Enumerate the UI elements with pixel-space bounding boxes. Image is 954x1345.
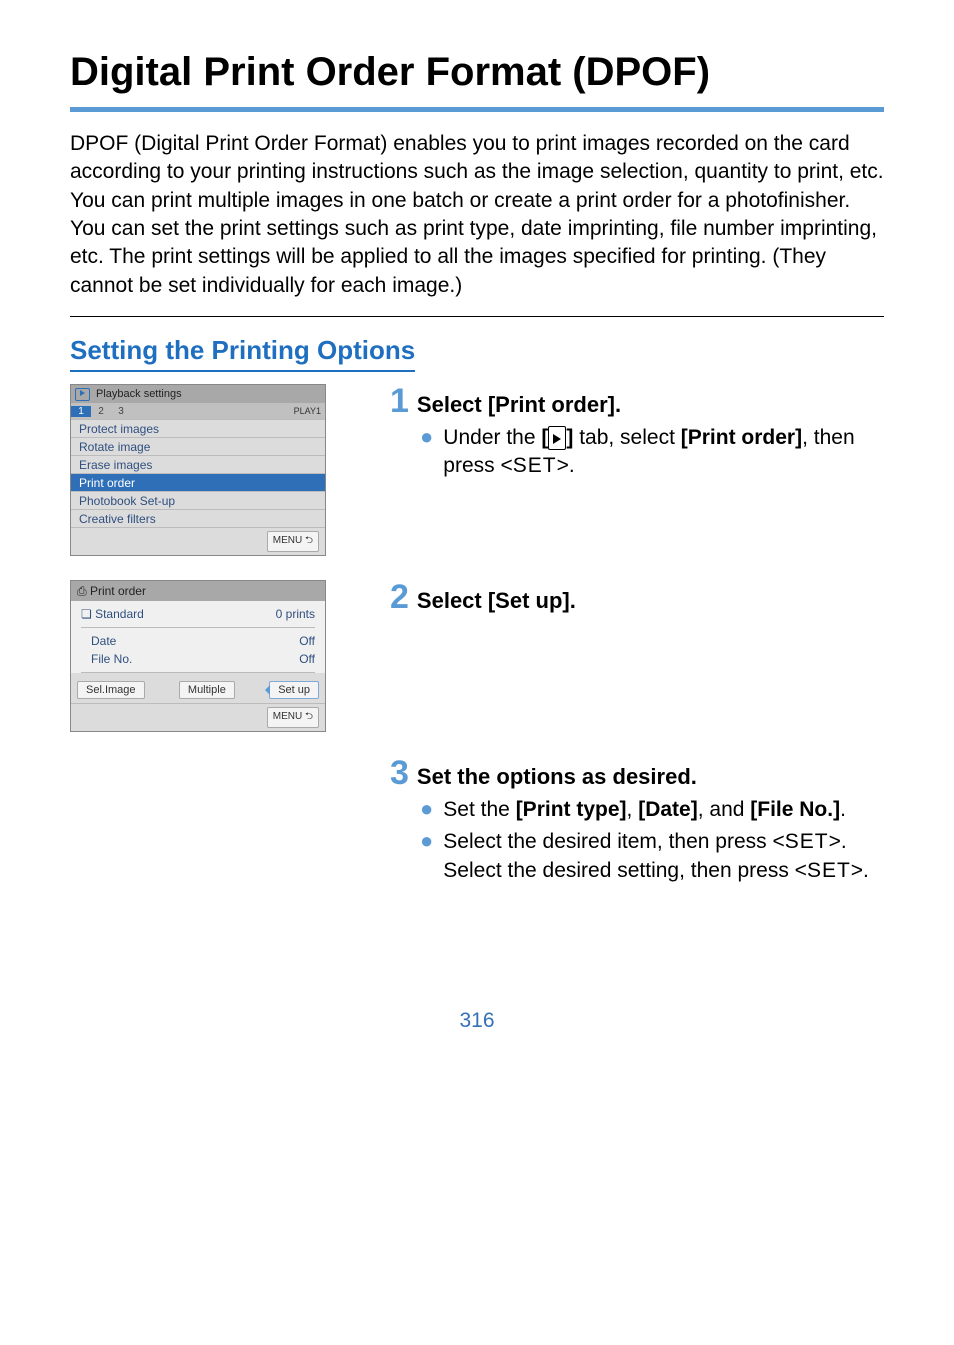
divider	[81, 627, 315, 628]
bullet-icon: ●	[420, 828, 433, 885]
text: .	[840, 798, 846, 821]
camera-tab-1: 1	[71, 406, 91, 417]
step-number-2: 2	[390, 580, 409, 614]
divider	[81, 672, 315, 673]
camera-item-print-order: Print order	[71, 473, 325, 491]
set-button-text: SET	[513, 454, 557, 477]
text: ,	[627, 798, 639, 821]
camera-print-order-screen: ⎙ Print order ❏ Standard 0 prints Date O…	[70, 580, 326, 732]
camera-menu-back-btn: MENU ⮌	[267, 707, 319, 728]
step-3-title: Set the options as desired.	[417, 764, 697, 790]
text-bold: [Print order]	[681, 426, 802, 449]
intro-block: DPOF (Digital Print Order Format) enable…	[70, 130, 884, 300]
step-3: 3 Set the options as desired. ● Set the …	[390, 756, 884, 889]
text-bold: [Print type]	[516, 798, 627, 821]
camera-tab-3: 3	[111, 406, 131, 417]
set-button-text: SET	[785, 830, 829, 853]
camera-item-creative: Creative filters	[71, 509, 325, 527]
intro-paragraph-2: You can set the print settings such as p…	[70, 215, 884, 300]
camera-menu-footer: MENU ⮌	[71, 527, 325, 555]
play-icon	[75, 388, 90, 401]
text: >.	[557, 454, 575, 477]
step-1-title: Select [Print order].	[417, 392, 621, 418]
print-order-title: ⎙ Print order	[71, 581, 325, 601]
camera-tab-2: 2	[91, 406, 111, 417]
setup-btn: Set up	[269, 681, 319, 699]
print-type-label: ❏ Standard	[81, 607, 144, 621]
camera-menu-back-btn: MENU ⮌	[267, 531, 319, 552]
step-2: 2 Select [Set up].	[390, 580, 884, 732]
bullet-icon: ●	[420, 424, 433, 481]
date-value: Off	[299, 634, 315, 648]
text-bold: [	[541, 426, 548, 449]
camera-item-rotate: Rotate image	[71, 437, 325, 455]
step-2-title: Select [Set up].	[417, 588, 576, 614]
fileno-row: File No. Off	[81, 650, 315, 668]
page-title: Digital Print Order Format (DPOF)	[70, 50, 884, 112]
page-number: 316	[70, 1009, 884, 1033]
camera-menu-header-text: Playback settings	[96, 388, 182, 400]
step-3-bullet-1: Set the [Print type], [Date], and [File …	[443, 796, 846, 824]
print-order-title-text: Print order	[90, 584, 146, 598]
divider	[70, 316, 884, 317]
step-number-1: 1	[390, 384, 409, 418]
camera-menu-items: Protect images Rotate image Erase images…	[71, 419, 325, 527]
camera-item-photobook: Photobook Set-up	[71, 491, 325, 509]
date-row: Date Off	[81, 632, 315, 650]
step-1-bullet-1: Under the [] tab, select [Print order], …	[443, 424, 884, 481]
camera-menu-header: Playback settings	[71, 385, 325, 403]
sel-image-btn: Sel.Image	[77, 681, 145, 699]
play-triangle-icon	[553, 434, 561, 444]
step-3-bullet-2: Select the desired item, then press <SET…	[443, 828, 884, 885]
camera-menu-playback: Playback settings 1 2 3 PLAY1 Protect im…	[70, 384, 326, 556]
date-label: Date	[91, 634, 116, 648]
text: Select the desired item, then press <	[443, 830, 784, 853]
multiple-btn: Multiple	[179, 681, 235, 699]
text-bold: [File No.]	[750, 798, 840, 821]
bullet-icon: ●	[420, 796, 433, 824]
fileno-value: Off	[299, 652, 315, 666]
fileno-label: File No.	[91, 652, 132, 666]
step-1: 1 Select [Print order]. ● Under the [] t…	[390, 384, 884, 556]
camera-menu-tabs: 1 2 3 PLAY1	[71, 403, 325, 419]
text: >.	[851, 859, 869, 882]
text: tab, select	[573, 426, 680, 449]
print-type-row: ❏ Standard 0 prints	[81, 605, 315, 623]
print-order-footer: MENU ⮌	[71, 703, 325, 731]
section-heading: Setting the Printing Options	[70, 335, 415, 372]
step-number-3: 3	[390, 756, 409, 790]
camera-item-erase: Erase images	[71, 455, 325, 473]
text: Set the	[443, 798, 515, 821]
text-bold: [Date]	[638, 798, 698, 821]
set-button-text: SET	[807, 859, 851, 882]
text: Under the	[443, 426, 541, 449]
print-order-buttons: Sel.Image Multiple Set up	[71, 677, 325, 703]
camera-item-protect: Protect images	[71, 419, 325, 437]
camera-tab-right-label: PLAY1	[294, 406, 321, 416]
text: , and	[698, 798, 751, 821]
print-type-value: 0 prints	[276, 607, 315, 621]
intro-paragraph-1: DPOF (Digital Print Order Format) enable…	[70, 130, 884, 215]
print-icon: ⎙	[77, 584, 87, 598]
playback-tab-icon	[548, 426, 566, 450]
